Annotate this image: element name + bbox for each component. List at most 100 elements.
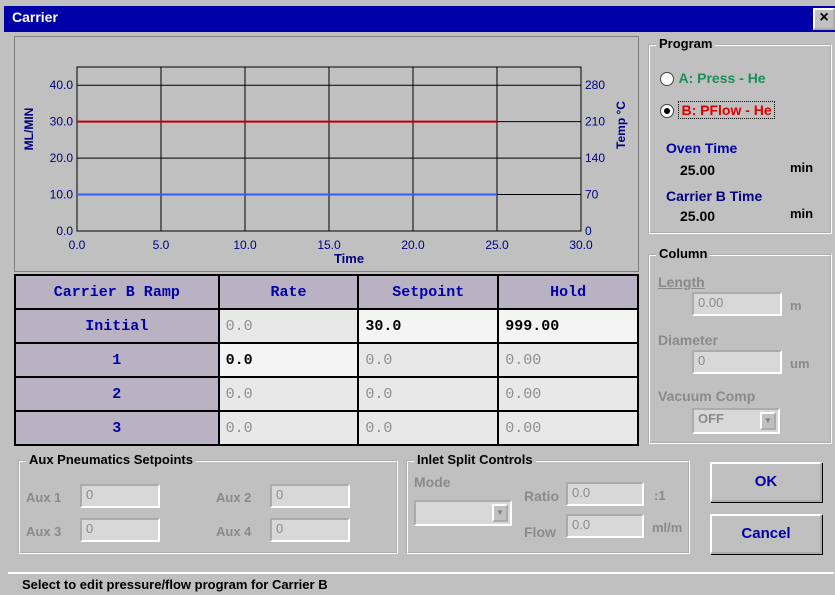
x-tick-label: 30.0 [569, 238, 593, 252]
aux2-label: Aux 2 [216, 490, 252, 505]
program-b-label: B: PFlow - He [678, 101, 775, 119]
column-group: Column Length 0.00 m Diameter 0 um Vacuu… [648, 246, 832, 444]
dropdown-arrow-icon[interactable]: ▼ [760, 412, 776, 430]
aux1-label: Aux 1 [26, 490, 62, 505]
hold-cell[interactable]: 0.00 [497, 342, 639, 378]
diameter-field[interactable]: 0 [692, 350, 782, 374]
rate-cell[interactable]: 0.0 [217, 410, 360, 446]
radio-a-icon[interactable] [660, 71, 674, 86]
table-row: 3 0.0 0.0 0.00 [14, 410, 639, 446]
row-label: Initial [14, 308, 220, 344]
radio-program-a[interactable]: A: Press - He [660, 70, 766, 88]
y-axis-label: ML/MIN [22, 108, 36, 151]
y2-tick-label: 70 [585, 188, 599, 202]
y-tick-label: 30.0 [50, 115, 74, 129]
oven-time-value: 25.00 [680, 162, 716, 178]
y2-tick-label: 210 [585, 115, 605, 129]
y2-tick-label: 280 [585, 78, 605, 92]
radio-b-icon[interactable] [660, 103, 674, 118]
diameter-unit: um [790, 356, 810, 371]
flow-unit: ml/m [652, 520, 683, 535]
y-tick-label: 40.0 [50, 78, 74, 92]
header-hold: Hold [497, 274, 639, 310]
ok-button[interactable]: OK [710, 462, 822, 502]
ramp-chart: 0.0 5.0 10.0 15.0 20.0 25.0 30.0 0.0 10.0 20.0 30.… [14, 36, 639, 272]
y-tick-label: 20.0 [50, 151, 74, 165]
x-tick-label: 15.0 [317, 238, 341, 252]
x-axis-label: Time [334, 251, 364, 266]
carrier-time-label: Carrier B Time [666, 188, 763, 204]
rate-cell[interactable]: 0.0 [217, 376, 360, 412]
length-field[interactable]: 0.00 [692, 292, 782, 316]
close-button[interactable]: × [813, 8, 835, 30]
window-title: Carrier [12, 9, 58, 25]
column-title: Column [656, 246, 711, 261]
setpoint-cell[interactable]: 30.0 [357, 308, 500, 344]
ratio-label: Ratio [524, 488, 559, 504]
y2-tick-label: 140 [585, 151, 605, 165]
length-unit: m [790, 298, 802, 313]
vacuum-comp-value: OFF [698, 411, 724, 426]
ramp-table: Carrier B Ramp Rate Setpoint Hold Initia… [14, 274, 639, 446]
aux3-field[interactable]: 0 [80, 518, 160, 542]
aux-title: Aux Pneumatics Setpoints [26, 452, 196, 467]
table-row: Initial 0.0 30.0 999.00 [14, 308, 639, 344]
aux3-label: Aux 3 [26, 524, 62, 539]
header-ramp: Carrier B Ramp [14, 274, 220, 310]
status-text: Select to edit pressure/flow program for… [22, 577, 328, 592]
program-group: Program A: Press - He B: PFlow - He Oven… [648, 36, 832, 234]
rate-cell[interactable]: 0.0 [217, 308, 360, 344]
inlet-split-group: Inlet Split Controls Mode ▼ Ratio 0.0 :1… [406, 452, 690, 554]
y-tick-label: 0.0 [56, 224, 73, 238]
y2-tick-label: 0 [585, 224, 592, 238]
setpoint-cell[interactable]: 0.0 [357, 342, 500, 378]
header-rate: Rate [217, 274, 360, 310]
aux4-label: Aux 4 [216, 524, 252, 539]
carrier-time-unit: min [790, 206, 814, 221]
y-tick-label: 10.0 [50, 188, 74, 202]
chart-svg: 0.0 5.0 10.0 15.0 20.0 25.0 30.0 0.0 10.0 20.0 30.… [22, 66, 628, 266]
row-label: 2 [14, 376, 220, 412]
table-row: 1 0.0 0.0 0.00 [14, 342, 639, 378]
ratio-unit: :1 [654, 488, 666, 503]
oven-time-unit: min [790, 160, 814, 175]
flow-label: Flow [524, 524, 556, 540]
setpoint-cell[interactable]: 0.0 [357, 376, 500, 412]
status-bar: Select to edit pressure/flow program for… [8, 572, 834, 594]
ratio-field[interactable]: 0.0 [566, 482, 644, 506]
hold-cell[interactable]: 0.00 [497, 376, 639, 412]
length-label: Length [658, 274, 705, 290]
y2-axis-label: Temp °C [614, 101, 628, 149]
x-tick-label: 0.0 [69, 238, 86, 252]
x-tick-label: 25.0 [485, 238, 509, 252]
dropdown-arrow-icon[interactable]: ▼ [492, 504, 508, 522]
aux2-field[interactable]: 0 [270, 484, 350, 508]
header-setpoint: Setpoint [357, 274, 500, 310]
row-label: 1 [14, 342, 220, 378]
aux1-field[interactable]: 0 [80, 484, 160, 508]
x-tick-label: 20.0 [401, 238, 425, 252]
program-title: Program [656, 36, 716, 51]
hold-cell[interactable]: 999.00 [497, 308, 639, 344]
table-row: 2 0.0 0.0 0.00 [14, 376, 639, 412]
vacuum-comp-label: Vacuum Comp [658, 388, 756, 404]
aux4-field[interactable]: 0 [270, 518, 350, 542]
carrier-time-value: 25.00 [680, 208, 716, 224]
x-tick-label: 5.0 [153, 238, 170, 252]
row-label: 3 [14, 410, 220, 446]
program-a-label: A: Press - He [678, 70, 766, 86]
diameter-label: Diameter [658, 332, 718, 348]
mode-label: Mode [414, 474, 451, 490]
inlet-title: Inlet Split Controls [414, 452, 536, 467]
oven-time-label: Oven Time [666, 140, 738, 156]
rate-cell[interactable]: 0.0 [217, 342, 360, 378]
cancel-button[interactable]: Cancel [710, 514, 822, 554]
radio-program-b[interactable]: B: PFlow - He [660, 101, 775, 120]
vacuum-comp-select[interactable]: OFF ▼ [692, 408, 780, 434]
setpoint-cell[interactable]: 0.0 [357, 410, 500, 446]
flow-field[interactable]: 0.0 [566, 514, 644, 538]
hold-cell[interactable]: 0.00 [497, 410, 639, 446]
mode-select[interactable]: ▼ [414, 500, 512, 526]
title-bar: Carrier × [4, 6, 835, 32]
aux-group: Aux Pneumatics Setpoints Aux 1 0 Aux 2 0… [18, 452, 398, 554]
